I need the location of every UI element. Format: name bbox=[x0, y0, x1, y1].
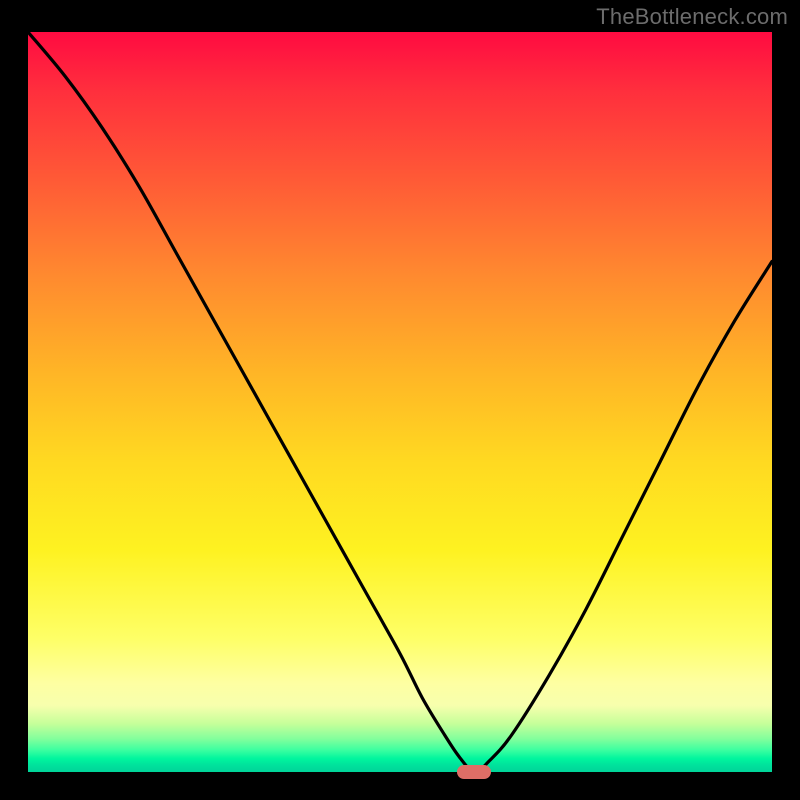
chart-frame: TheBottleneck.com bbox=[0, 0, 800, 800]
plot-area bbox=[28, 32, 772, 772]
minimum-marker bbox=[457, 765, 491, 779]
watermark-text: TheBottleneck.com bbox=[596, 4, 788, 30]
bottleneck-curve bbox=[28, 32, 772, 772]
